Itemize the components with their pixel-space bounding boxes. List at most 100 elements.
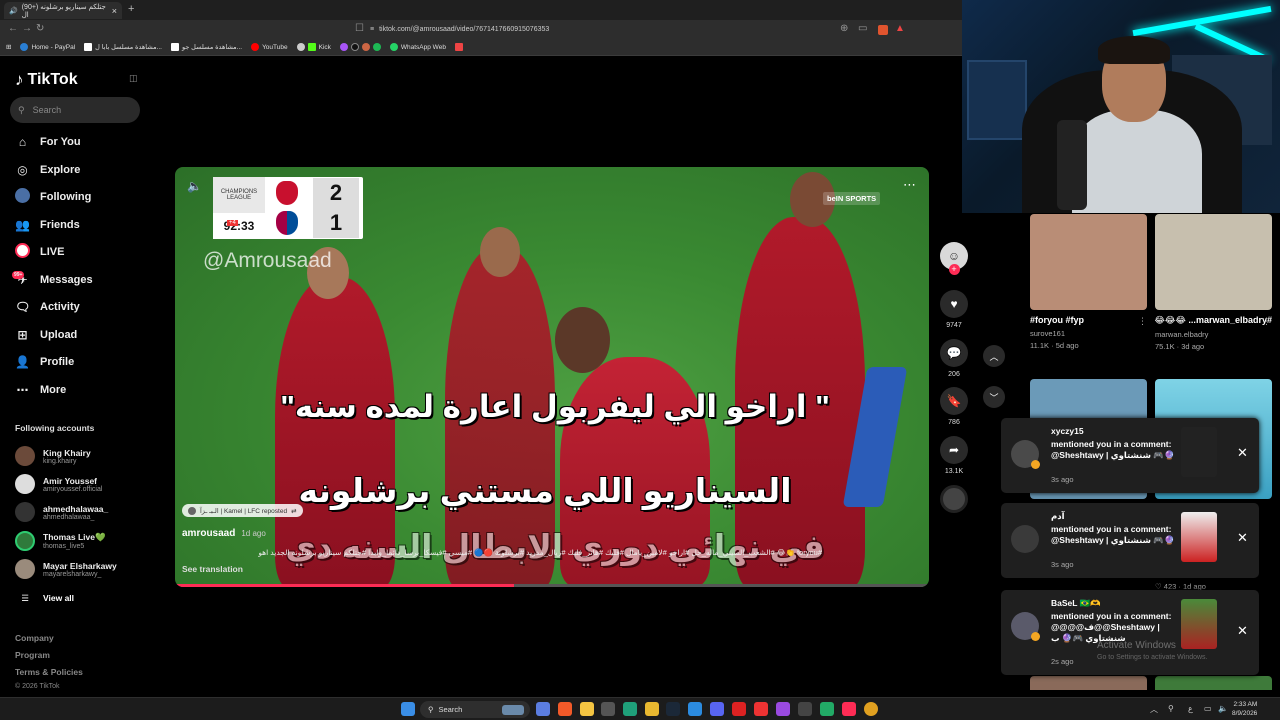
bookmark-youtube[interactable]: YouTube [251,43,288,51]
bookmark-whatsapp[interactable]: WhatsApp Web [389,43,446,51]
file-explorer-icon[interactable] [580,702,594,716]
more-options-icon[interactable]: ⋯ [903,177,916,193]
nav-following[interactable]: Following [15,186,145,208]
rewards-icon[interactable]: ▲ [895,23,905,34]
forward-icon[interactable]: → [22,23,32,34]
close-icon[interactable]: ✕ [1237,623,1248,639]
avatar [15,446,35,466]
app-icon[interactable] [820,702,834,716]
app-icon[interactable] [776,702,790,716]
footer-program[interactable]: Program [15,650,50,660]
notification-toast[interactable]: xyczy15 mentioned you in a comment: @She… [1001,418,1259,493]
store-icon[interactable] [601,702,615,716]
discord-icon[interactable] [710,702,724,716]
app-icon[interactable] [623,702,637,716]
copilot-icon[interactable] [536,702,550,716]
zoom-icon[interactable]: ⊕ [840,23,848,34]
account-king-khairy[interactable]: King Khairy king.khairy [15,443,165,469]
bookmark-icons[interactable] [339,43,381,51]
search-input[interactable]: ⚲ Search [10,97,140,123]
url-field[interactable]: ≡ tiktok.com/@amrousaad/video/7671417660… [370,22,910,37]
nav-activity[interactable]: 🗨 Activity [15,296,145,318]
volume-icon[interactable]: 🔈 [187,179,202,193]
creator-avatar[interactable]: ☺ + [940,242,968,275]
bookmark-series-1[interactable]: مشاهدة مسلسل بابا ل... [84,43,162,51]
nav-for-you[interactable]: ⌂ For You [15,131,145,153]
app-icon[interactable] [645,702,659,716]
bookmark-icon[interactable]: ☐ [355,23,364,34]
bookmark-misc[interactable] [454,43,463,51]
tiktok-icon[interactable] [842,702,856,716]
next-video-button[interactable]: ﹀ [983,386,1005,408]
sound-disc[interactable] [940,485,968,513]
repost-badge[interactable]: الـبـ ـزآ | Kamel | LFC reposted ⇄ [182,504,303,517]
feed-card[interactable]: #foryou #fyp surove161 11.1K · 5d ago [1030,214,1147,350]
new-tab-button[interactable]: + [128,3,134,15]
account-mayar-elsharkawy[interactable]: Mayar Elsharkawy mayarelsharkawy_ [15,556,165,582]
bookmark-series-2[interactable]: مشاهدة مسلسل جو... [170,43,242,51]
person-hair [1098,36,1170,64]
footer-terms[interactable]: Terms & Policies [15,667,83,677]
match-time: 92:33 [213,213,265,239]
tiktok-logo[interactable]: ♪ TikTok [15,70,78,90]
brave-shield-icon[interactable] [878,25,888,35]
reload-icon[interactable]: ↻ [36,23,44,34]
network-icon[interactable]: ▭ [1204,704,1212,713]
collapse-sidebar-icon[interactable]: ◫ [129,73,138,84]
nav-messages[interactable]: ✈ 99+ Messages [12,269,145,291]
site-info-icon[interactable]: ≡ [370,26,374,33]
notification-toast[interactable]: BaSeL 🇧🇷🫶 mentioned you in a comment: @@… [1001,590,1259,675]
nav-live[interactable]: LIVE [15,241,145,263]
bookmark-paypal[interactable]: Home - PayPal [20,43,75,51]
tray-chevron-icon[interactable]: ︿ [1150,704,1158,715]
share-button[interactable]: ➦ 13.1K [940,436,968,475]
steam-icon[interactable] [666,702,680,716]
browser-tab[interactable]: 🔊 ‎(90+) جتلكم سيناريو برشلونه ال × [4,2,122,19]
notification-toast[interactable]: آدم mentioned you in a comment: @Sheshta… [1001,503,1259,578]
feed-thumbnail[interactable] [1155,676,1272,690]
nav-upload[interactable]: ⊞ Upload [15,324,145,346]
app-icon[interactable] [754,702,768,716]
taskbar-search[interactable]: ⚲ Search [420,701,530,718]
tab-close-icon[interactable]: × [112,6,117,16]
nav-profile[interactable]: 👤 Profile [15,351,145,373]
view-all-button[interactable]: ☰ View all [15,585,165,611]
bookmark-kick[interactable]: Kick [296,43,331,51]
brave-icon[interactable] [558,702,572,716]
card-more-icon[interactable]: ⋮ [1138,316,1147,327]
nav-explore[interactable]: ◎ Explore [15,159,145,181]
save-button[interactable]: 🔖 786 [940,387,968,426]
previous-video-button[interactable]: ︿ [983,345,1005,367]
edge-icon[interactable] [688,702,702,716]
video-progress-bar[interactable] [175,584,929,587]
like-button[interactable]: ♥ 9747 [940,290,968,329]
close-icon[interactable]: ✕ [1237,530,1248,546]
feed-thumbnail[interactable] [1030,676,1147,690]
app-icon[interactable] [798,702,812,716]
back-icon[interactable]: ← [8,23,18,34]
nav-more[interactable]: ⋯ More [15,379,145,401]
apps-icon[interactable]: ⊞ [6,43,11,51]
follow-plus-icon[interactable]: + [948,264,960,275]
app-icon[interactable] [732,702,746,716]
start-icon[interactable] [401,702,415,716]
comment-button[interactable]: 💬 206 [940,339,968,378]
tab-search-icon[interactable]: ▭ [858,23,867,34]
tray-icon[interactable]: ⚲ [1168,704,1174,713]
live-icon [15,243,30,261]
footer-company[interactable]: Company [15,633,54,643]
see-translation-link[interactable]: See translation [182,564,243,574]
close-icon[interactable]: ✕ [1237,445,1248,461]
language-icon[interactable]: ع [1188,704,1193,713]
taskbar-clock[interactable]: 2:33 AM 8/9/2026 [1232,700,1257,718]
account-amir-youssef[interactable]: Amir Youssef amiryoussef.official [15,471,165,497]
nav-friends[interactable]: 👥 Friends [15,214,145,236]
account-ahmedhalawaa[interactable]: ahmedhalawaa_ ahmedhalawaa_ [15,499,165,525]
video-player[interactable]: CHAMPIONS LEAGUE 92:33 2 1 +4 @Amrousaad… [175,167,929,587]
card-more-icon[interactable]: ⋮ [1262,316,1271,327]
chrome-icon[interactable] [864,702,878,716]
video-author[interactable]: amrousaad 1d ago [182,528,266,539]
volume-tray-icon[interactable]: 🔈 [1218,704,1228,713]
account-thomas-live[interactable]: Thomas Live💚 thomas_live5 [15,528,165,554]
feed-card[interactable]: #marwan_elbadry... 😂😂😂😂😂 أنا أسف marwan.… [1155,214,1272,351]
